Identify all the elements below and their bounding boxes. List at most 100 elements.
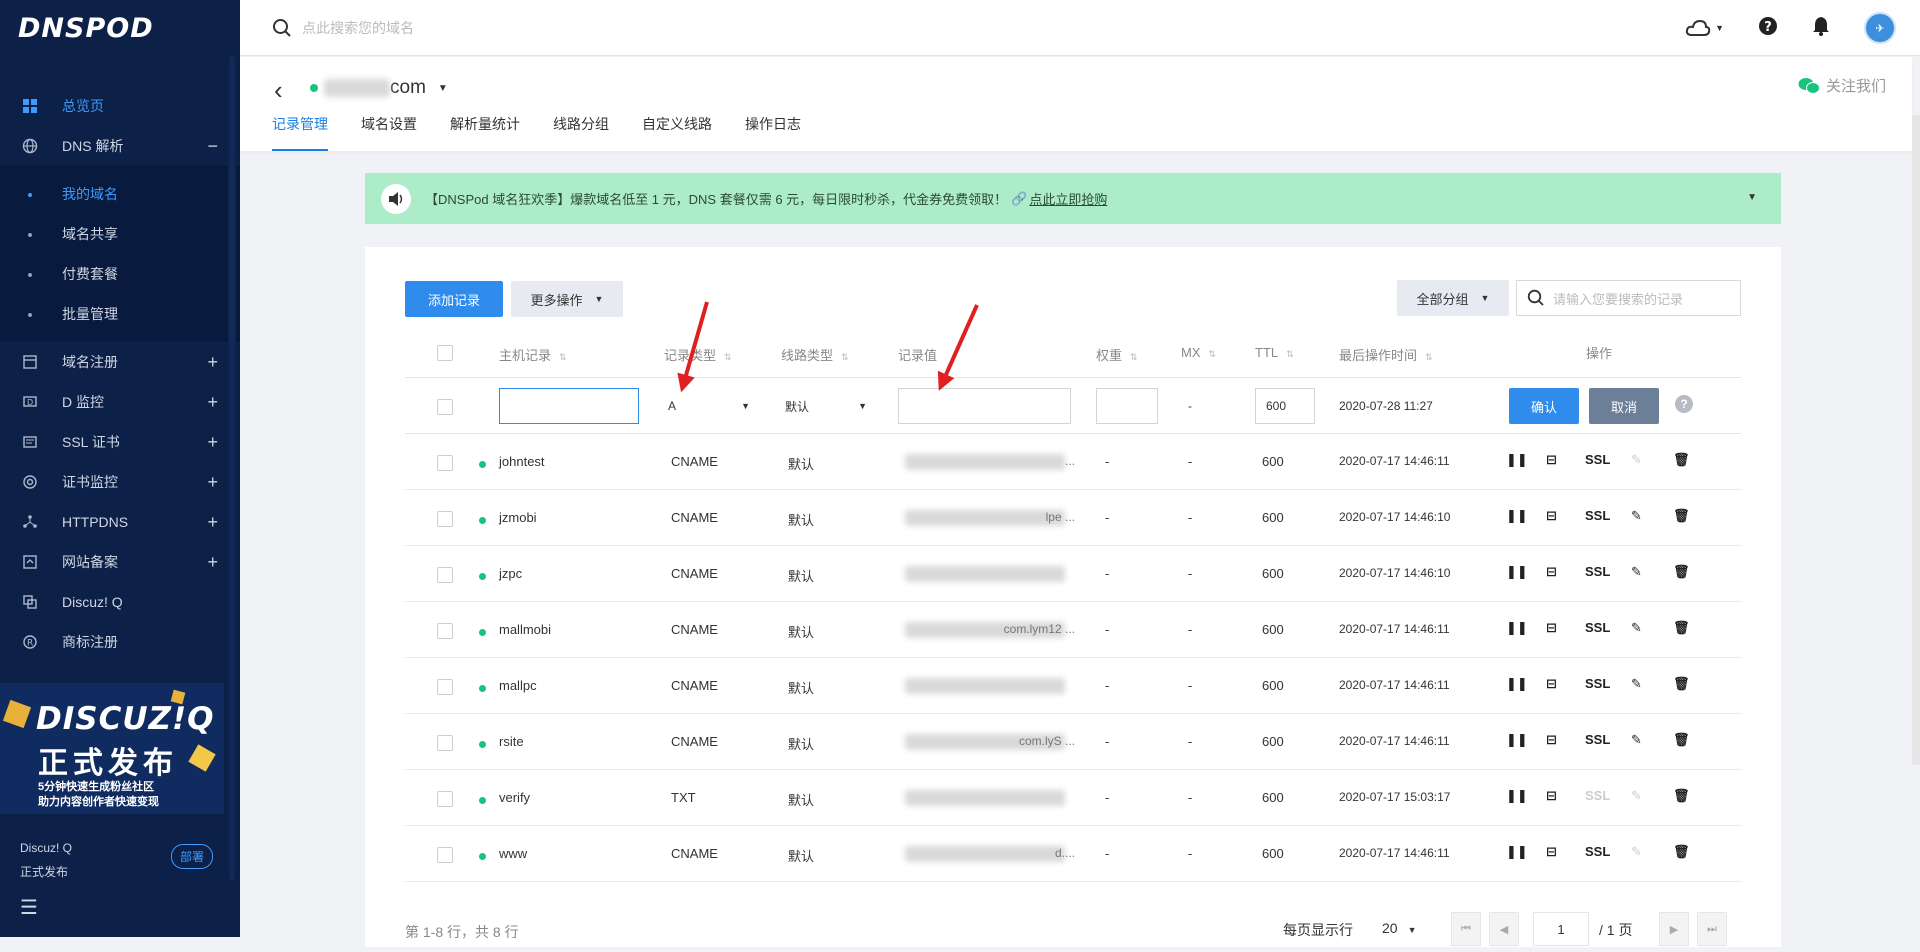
ttl-input[interactable]: 600	[1255, 388, 1315, 424]
last-page-icon[interactable]: ⏭	[1697, 912, 1727, 946]
cloud-menu[interactable]: ▼	[1685, 19, 1724, 37]
host-cell[interactable]: mallmobi	[499, 622, 551, 637]
header-mx[interactable]: MX ⇅	[1181, 345, 1216, 360]
value-cell[interactable]	[905, 788, 1075, 808]
value-cell[interactable]: com.lyS ...	[905, 732, 1075, 752]
trash-icon[interactable]: 🗑	[1673, 508, 1690, 524]
host-input[interactable]	[499, 388, 639, 424]
header-value[interactable]: 记录值	[898, 345, 937, 364]
host-cell[interactable]: rsite	[499, 734, 524, 749]
load-balance-icon[interactable]: ⊟	[1546, 844, 1557, 860]
pause-icon[interactable]: ❚❚	[1506, 676, 1528, 692]
load-balance-icon[interactable]: ⊟	[1546, 788, 1557, 804]
line-select[interactable]: 默认 ▼	[775, 388, 875, 424]
trash-icon[interactable]: 🗑	[1673, 564, 1690, 580]
collapse-toggle[interactable]: −	[207, 136, 218, 157]
chevron-down-icon[interactable]: ▼	[1747, 192, 1757, 203]
trash-icon[interactable]: 🗑	[1673, 676, 1690, 692]
help-icon[interactable]: ?	[1758, 16, 1778, 41]
value-input[interactable]	[898, 388, 1071, 424]
sidebar-item-d-monitor[interactable]: D D 监控 +	[0, 382, 240, 422]
table-row[interactable]: jzmobi CNAME 默认 lpe ... - - 600 2020-07-17 14:4…	[405, 490, 1741, 546]
header-host[interactable]: 主机记录 ⇅	[499, 345, 567, 364]
page-scrollbar[interactable]	[1912, 115, 1920, 765]
expand-toggle[interactable]: +	[207, 392, 218, 413]
row-checkbox[interactable]	[437, 623, 453, 639]
table-row[interactable]: jzpc CNAME 默认 - - 600 2020-07-17 14:46:10 ❚❚ ⊟ SS…	[405, 546, 1741, 602]
header-type[interactable]: 记录类型⇅	[664, 345, 732, 364]
add-record-button[interactable]: 添加记录	[405, 281, 503, 317]
expand-toggle[interactable]: +	[207, 432, 218, 453]
select-all-checkbox[interactable]	[437, 345, 453, 361]
pause-icon[interactable]: ❚❚	[1506, 732, 1528, 748]
value-cell[interactable]: ...	[905, 452, 1075, 472]
sidebar-item-dns[interactable]: DNS 解析 −	[0, 126, 240, 166]
pause-icon[interactable]: ❚❚	[1506, 788, 1528, 804]
header-ttl[interactable]: TTL ⇅	[1255, 345, 1294, 360]
domain-selector[interactable]: com ▼	[310, 77, 448, 99]
sidebar-item-trademark[interactable]: R 商标注册	[0, 622, 240, 662]
table-row[interactable]: www CNAME 默认 d.... - - 600 2020-07-17 14:46:11 ❚…	[405, 826, 1741, 882]
pause-icon[interactable]: ❚❚	[1506, 564, 1528, 580]
header-line[interactable]: 线路类型 ⇅	[781, 345, 849, 364]
row-checkbox[interactable]	[437, 399, 453, 415]
row-checkbox[interactable]	[437, 455, 453, 471]
sidebar-item-cert-monitor[interactable]: 证书监控 +	[0, 462, 240, 502]
sidebar-subitem-domain-share[interactable]: 域名共享	[0, 214, 240, 254]
ssl-button[interactable]: SSL	[1585, 620, 1610, 635]
edit-note-icon[interactable]: ✎	[1631, 508, 1642, 524]
tab-query-stats[interactable]: 解析量统计	[450, 117, 520, 151]
expand-toggle[interactable]: +	[207, 512, 218, 533]
ssl-button[interactable]: SSL	[1585, 676, 1610, 691]
deploy-button[interactable]: 部署	[171, 844, 214, 869]
value-cell[interactable]: com.lym12 ...	[905, 620, 1075, 640]
weight-input[interactable]	[1096, 388, 1158, 424]
menu-collapse-icon[interactable]: ☰	[20, 898, 40, 918]
avatar[interactable]: ✈	[1864, 12, 1896, 44]
row-checkbox[interactable]	[437, 679, 453, 695]
value-cell[interactable]	[905, 676, 1075, 696]
sidebar-subitem-batch[interactable]: 批量管理	[0, 294, 240, 334]
trash-icon[interactable]: 🗑	[1673, 788, 1690, 804]
tab-line-groups[interactable]: 线路分组	[553, 117, 609, 151]
sidebar-item-discuz-q[interactable]: Discuz! Q	[0, 582, 240, 622]
group-filter[interactable]: 全部分组 ▼	[1397, 280, 1509, 316]
ssl-button[interactable]: SSL	[1585, 452, 1610, 467]
edit-note-icon[interactable]: ✎	[1631, 620, 1642, 636]
row-checkbox[interactable]	[437, 567, 453, 583]
help-icon[interactable]: ?	[1675, 395, 1693, 413]
expand-toggle[interactable]: +	[207, 552, 218, 573]
tab-records[interactable]: 记录管理	[272, 117, 328, 151]
host-cell[interactable]: johntest	[499, 454, 545, 469]
table-row[interactable]: mallpc CNAME 默认 - - 600 2020-07-17 14:46:11 ❚❚ ⊟…	[405, 658, 1741, 714]
host-cell[interactable]: mallpc	[499, 678, 537, 693]
confirm-button[interactable]: 确认	[1509, 388, 1579, 424]
tab-custom-lines[interactable]: 自定义线路	[642, 117, 712, 151]
edit-note-icon[interactable]: ✎	[1631, 676, 1642, 692]
expand-toggle[interactable]: +	[207, 352, 218, 373]
host-cell[interactable]: jzmobi	[499, 510, 537, 525]
sidebar-item-domain-register[interactable]: 域名注册 +	[0, 342, 240, 382]
load-balance-icon[interactable]: ⊟	[1546, 452, 1557, 468]
domain-search[interactable]: 点此搜索您的域名	[240, 18, 414, 38]
sidebar-item-icp-filing[interactable]: 网站备案 +	[0, 542, 240, 582]
host-cell[interactable]: www	[499, 846, 527, 861]
tab-operation-log[interactable]: 操作日志	[745, 117, 801, 151]
load-balance-icon[interactable]: ⊟	[1546, 564, 1557, 580]
value-cell[interactable]: lpe ...	[905, 508, 1075, 528]
table-row[interactable]: johntest CNAME 默认... - - 600 2020-07-17 14:46:…	[405, 434, 1741, 490]
ssl-button[interactable]: SSL	[1585, 564, 1610, 579]
edit-note-icon[interactable]: ✎	[1631, 452, 1642, 468]
first-page-icon[interactable]: ⏮	[1451, 912, 1481, 946]
sidebar-item-httpdns[interactable]: HTTPDNS +	[0, 502, 240, 542]
load-balance-icon[interactable]: ⊟	[1546, 676, 1557, 692]
pause-icon[interactable]: ❚❚	[1506, 508, 1528, 524]
next-page-icon[interactable]: ▶	[1659, 912, 1689, 946]
ssl-button[interactable]: SSL	[1585, 732, 1610, 747]
pause-icon[interactable]: ❚❚	[1506, 844, 1528, 860]
trash-icon[interactable]: 🗑	[1673, 844, 1690, 860]
dnspod-logo[interactable]: DNSPOD	[0, 0, 240, 56]
row-checkbox[interactable]	[437, 735, 453, 751]
trash-icon[interactable]: 🗑	[1673, 452, 1690, 468]
load-balance-icon[interactable]: ⊟	[1546, 620, 1557, 636]
